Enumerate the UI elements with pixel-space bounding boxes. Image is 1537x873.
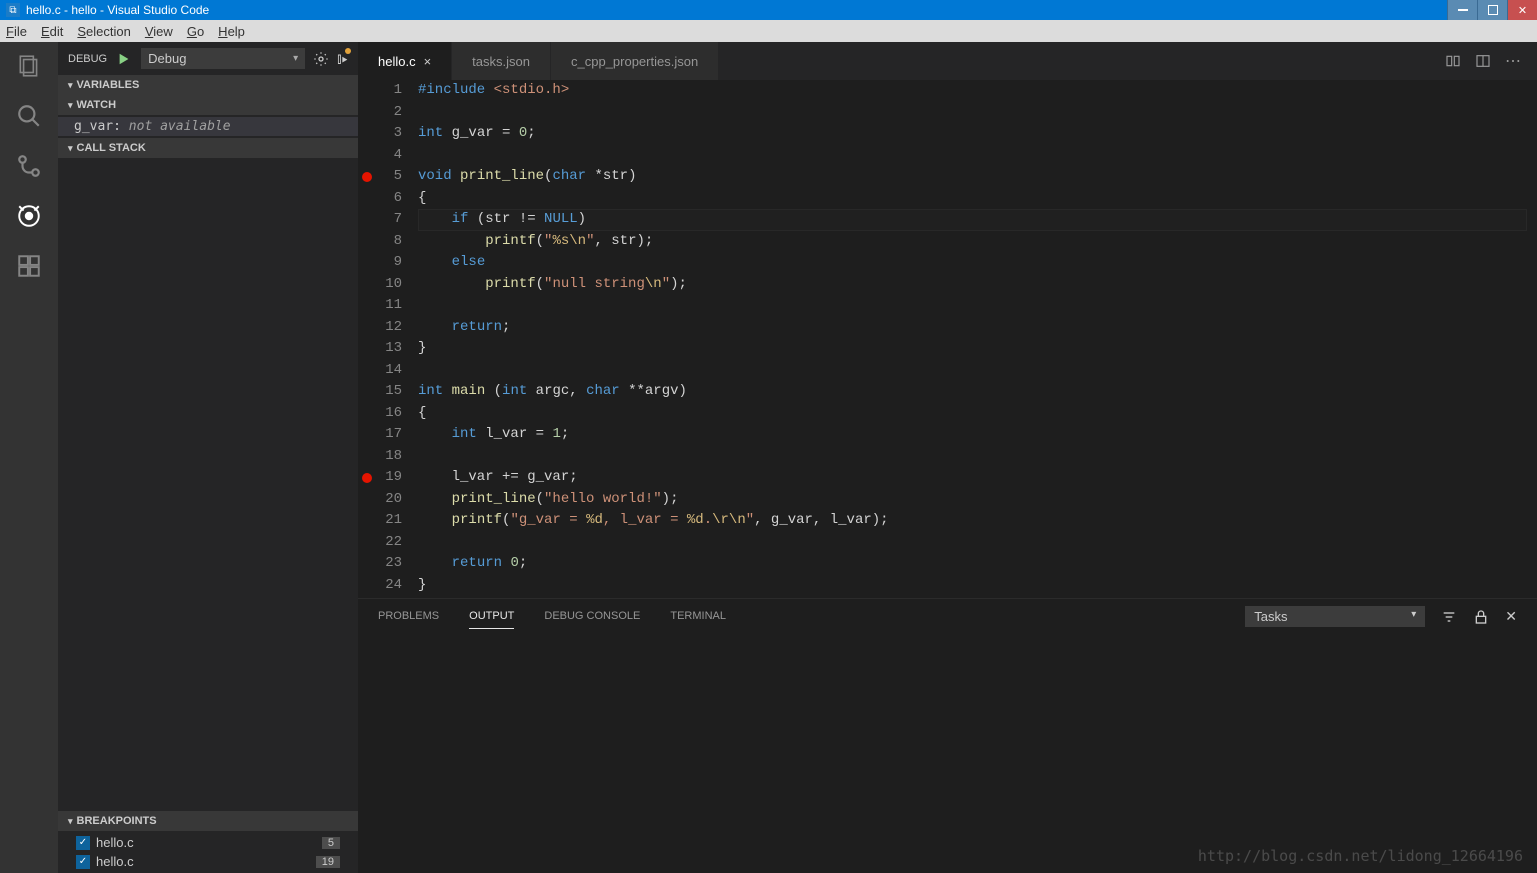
maximize-button[interactable]	[1477, 0, 1507, 20]
bottom-panel: PROBLEMS OUTPUT DEBUG CONSOLE TERMINAL Task…	[358, 598, 1537, 873]
app-icon: ⧉	[6, 3, 20, 17]
editor-tabs: hello.c×tasks.jsonc_cpp_properties.json …	[358, 42, 1537, 80]
close-tab-icon[interactable]: ×	[424, 54, 432, 69]
panel-tab-output[interactable]: OUTPUT	[469, 604, 514, 629]
menu-selection[interactable]: Selection	[77, 24, 130, 39]
watch-body: g_var: not available	[58, 115, 358, 138]
watch-item[interactable]: g_var: not available	[58, 117, 358, 136]
checkbox-icon[interactable]: ✓	[76, 836, 90, 850]
chevron-down-icon: ▾	[1411, 609, 1416, 624]
start-debug-button[interactable]	[115, 50, 133, 68]
variables-header[interactable]: VARIABLES	[58, 75, 358, 95]
panel-tab-terminal[interactable]: TERMINAL	[670, 604, 726, 629]
output-content: http://blog.csdn.net/lidong_12664196	[358, 634, 1537, 873]
tab-hello-c[interactable]: hello.c×	[358, 42, 452, 80]
breakpoint-dot[interactable]	[362, 473, 372, 483]
watch-header[interactable]: WATCH	[58, 95, 358, 115]
menu-file[interactable]: File	[6, 24, 27, 39]
breakpoint-item[interactable]: ✓hello.c19	[58, 852, 358, 871]
breakpoints-header[interactable]: BREAKPOINTS	[58, 811, 358, 831]
debug-config-select[interactable]: Debug ▾	[141, 48, 305, 69]
activity-bar	[0, 42, 58, 873]
callstack-body	[58, 158, 358, 811]
menu-help[interactable]: Help	[218, 24, 245, 39]
output-channel-select[interactable]: Tasks ▾	[1245, 606, 1425, 627]
callstack-header[interactable]: CALL STACK	[58, 138, 358, 158]
menubar: File Edit Selection View Go Help	[0, 20, 1537, 42]
source-control-icon[interactable]	[15, 152, 43, 180]
explorer-icon[interactable]	[15, 52, 43, 80]
menu-edit[interactable]: Edit	[41, 24, 63, 39]
compare-icon[interactable]	[1445, 53, 1461, 69]
menu-view[interactable]: View	[145, 24, 173, 39]
close-window-button[interactable]	[1507, 0, 1537, 20]
extensions-icon[interactable]	[15, 252, 43, 280]
gear-icon[interactable]	[313, 51, 329, 67]
menu-go[interactable]: Go	[187, 24, 204, 39]
tab-tasks-json[interactable]: tasks.json	[452, 42, 551, 80]
breakpoint-dot[interactable]	[362, 172, 372, 182]
close-panel-icon[interactable]: ✕	[1505, 608, 1517, 625]
filter-icon[interactable]	[1441, 609, 1457, 625]
code-editor[interactable]: 123456789101112131415161718192021222324#…	[358, 80, 1537, 598]
chevron-down-icon: ▾	[293, 53, 298, 64]
checkbox-icon[interactable]: ✓	[76, 855, 90, 869]
panel-tab-problems[interactable]: PROBLEMS	[378, 604, 439, 629]
watermark: http://blog.csdn.net/lidong_12664196	[1198, 847, 1523, 865]
split-editor-icon[interactable]	[1475, 53, 1491, 69]
search-icon[interactable]	[15, 102, 43, 130]
debug-console-icon[interactable]: ⫾▸	[337, 50, 348, 67]
lock-icon[interactable]	[1473, 609, 1489, 625]
window-title: hello.c - hello - Visual Studio Code	[26, 3, 209, 17]
panel-tab-debug-console[interactable]: DEBUG CONSOLE	[544, 604, 640, 629]
breakpoints-body: ✓hello.c5✓hello.c19	[58, 831, 358, 873]
debug-label: DEBUG	[68, 53, 107, 65]
more-icon[interactable]: ⋯	[1505, 51, 1523, 71]
tab-c_cpp_properties-json[interactable]: c_cpp_properties.json	[551, 42, 719, 80]
debug-icon[interactable]	[15, 202, 43, 230]
minimize-button[interactable]	[1447, 0, 1477, 20]
breakpoint-item[interactable]: ✓hello.c5	[58, 833, 358, 852]
debug-sidebar: DEBUG Debug ▾ ⫾▸ VARIABLES WATCH g_var: …	[58, 42, 358, 873]
titlebar: ⧉ hello.c - hello - Visual Studio Code	[0, 0, 1537, 20]
